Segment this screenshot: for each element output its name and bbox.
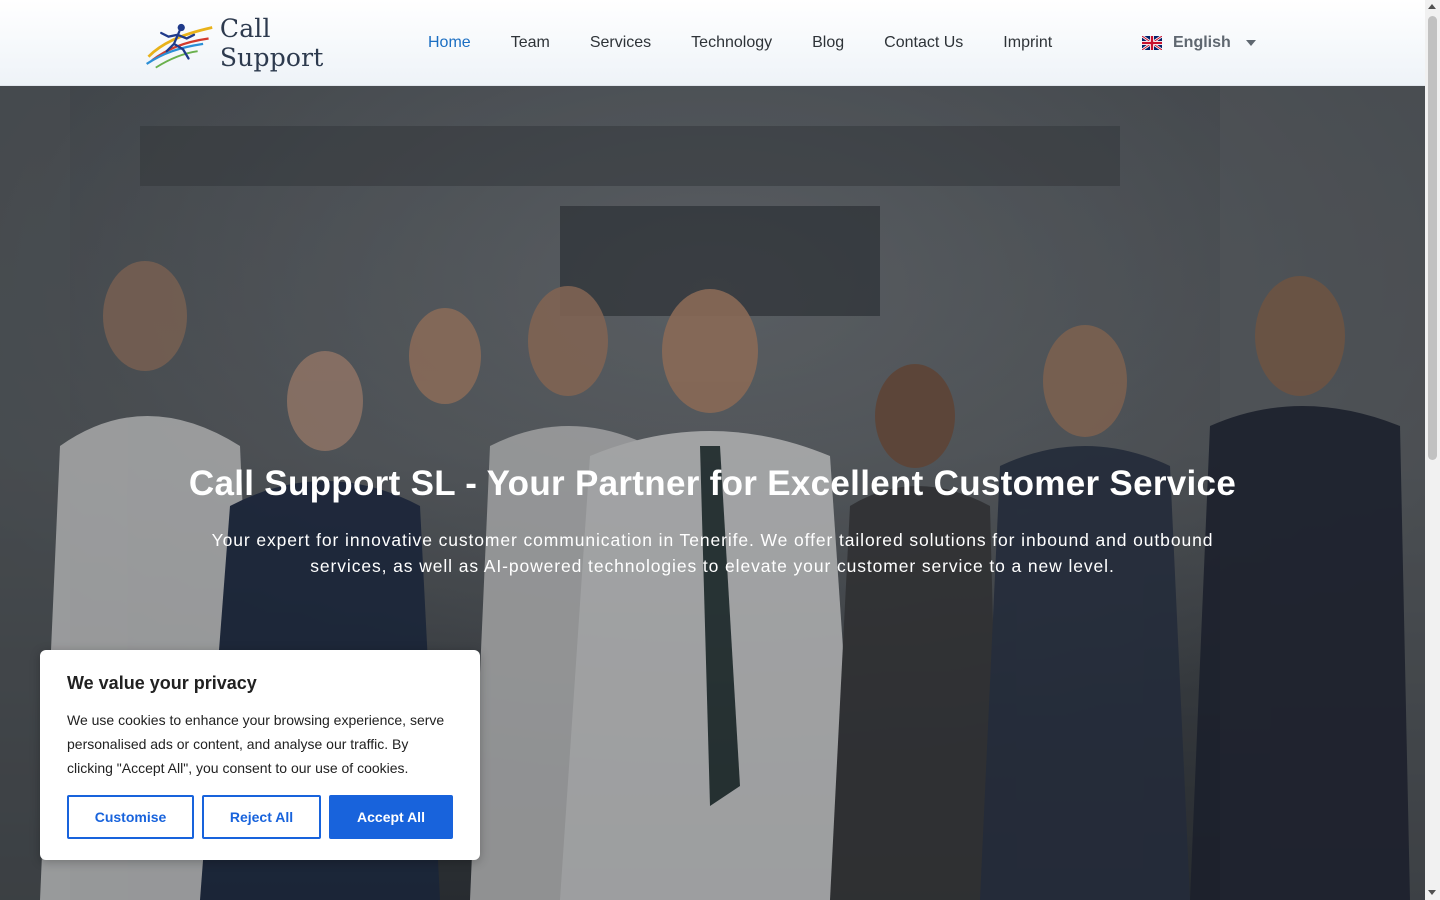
hero-subtitle: Your expert for innovative customer comm… bbox=[211, 530, 1214, 576]
scroll-down-arrow-icon[interactable] bbox=[1428, 890, 1436, 895]
cookie-consent-banner: We value your privacy We use cookies to … bbox=[40, 650, 480, 860]
language-selector[interactable]: English bbox=[1142, 32, 1256, 54]
reject-all-button[interactable]: Reject All bbox=[202, 795, 321, 839]
scroll-thumb[interactable] bbox=[1428, 16, 1437, 460]
main-nav: Home Team Services Technology Blog Conta… bbox=[408, 0, 1072, 86]
accept-all-button[interactable]: Accept All bbox=[329, 795, 453, 839]
nav-services[interactable]: Services bbox=[570, 34, 671, 52]
site-header: Call Support Home Team Services Technolo… bbox=[0, 0, 1425, 86]
page-scrollbar[interactable] bbox=[1425, 0, 1440, 900]
logo-text: Call Support bbox=[219, 14, 324, 72]
chevron-down-icon bbox=[1245, 40, 1256, 46]
nav-team[interactable]: Team bbox=[491, 34, 570, 52]
nav-home[interactable]: Home bbox=[408, 34, 491, 52]
runner-logo-icon bbox=[146, 23, 213, 69]
scroll-up-arrow-icon[interactable] bbox=[1428, 4, 1436, 9]
nav-imprint[interactable]: Imprint bbox=[983, 34, 1072, 52]
cookie-title: We value your privacy bbox=[67, 673, 257, 693]
customise-button[interactable]: Customise bbox=[67, 795, 194, 839]
cookie-description: We use cookies to enhance your browsing … bbox=[67, 712, 445, 776]
uk-flag-icon bbox=[1142, 36, 1162, 50]
site-logo[interactable]: Call Support bbox=[143, 14, 368, 72]
nav-technology[interactable]: Technology bbox=[671, 34, 792, 52]
hero-title: Call Support SL - Your Partner for Excel… bbox=[188, 464, 1237, 503]
nav-contact-us[interactable]: Contact Us bbox=[864, 34, 983, 52]
nav-blog[interactable]: Blog bbox=[792, 34, 864, 52]
language-label: English bbox=[1173, 34, 1231, 51]
